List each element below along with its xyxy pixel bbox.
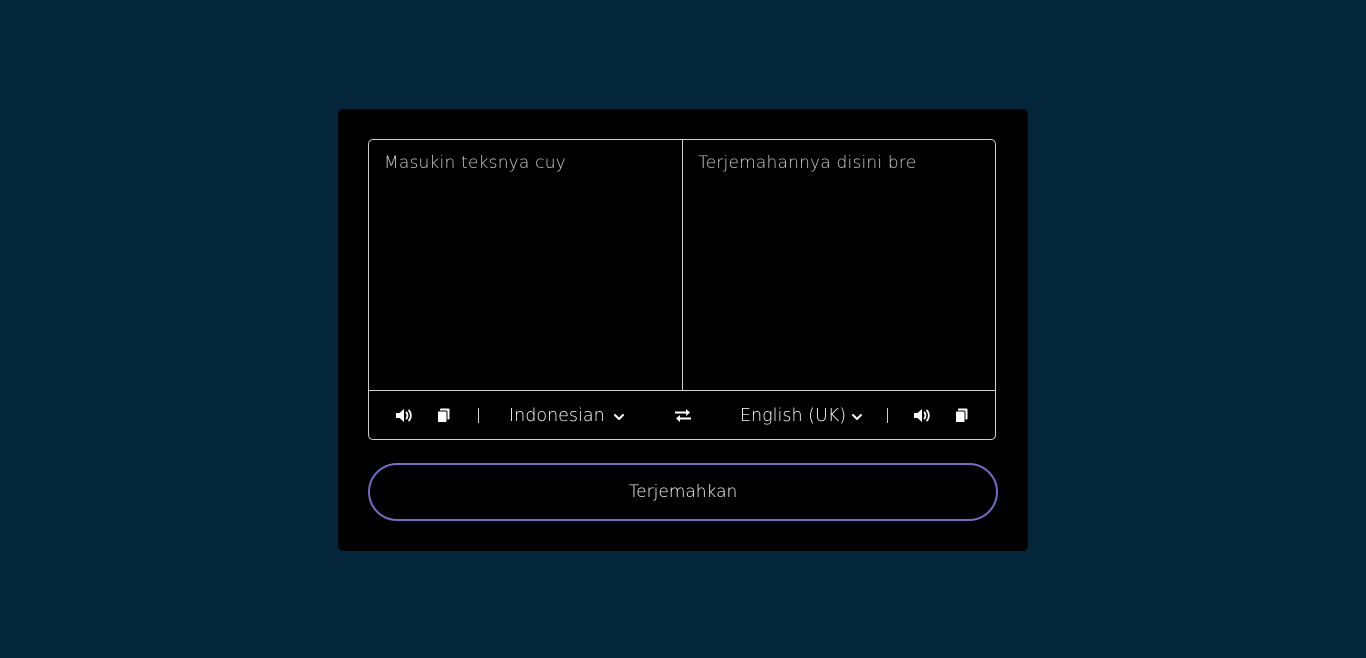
source-speak-button[interactable] bbox=[393, 391, 415, 440]
controls-row: Indonesian English (UK) bbox=[369, 390, 995, 440]
swap-languages-button[interactable] bbox=[669, 391, 697, 440]
speaker-icon bbox=[396, 409, 412, 422]
translate-button[interactable]: Terjemahkan bbox=[368, 463, 998, 521]
source-language-label: Indonesian bbox=[509, 405, 605, 426]
source-text-input[interactable] bbox=[369, 140, 683, 390]
text-container: Indonesian English (UK) bbox=[368, 139, 996, 440]
target-copy-button[interactable] bbox=[951, 391, 973, 440]
target-language-select[interactable]: English (UK) bbox=[740, 391, 863, 440]
swap-icon bbox=[675, 409, 691, 422]
translated-text-output[interactable] bbox=[683, 140, 995, 390]
separator bbox=[887, 408, 888, 423]
copy-icon bbox=[437, 408, 450, 423]
translator-card: Indonesian English (UK) bbox=[338, 109, 1028, 551]
copy-icon bbox=[955, 408, 968, 423]
chevron-down-icon bbox=[851, 406, 863, 426]
target-language-label: English (UK) bbox=[740, 405, 847, 426]
target-speak-button[interactable] bbox=[911, 391, 933, 440]
source-language-select[interactable]: Indonesian bbox=[509, 391, 625, 440]
chevron-down-icon bbox=[613, 406, 625, 426]
separator bbox=[478, 408, 479, 423]
source-copy-button[interactable] bbox=[433, 391, 455, 440]
speaker-icon bbox=[914, 409, 930, 422]
